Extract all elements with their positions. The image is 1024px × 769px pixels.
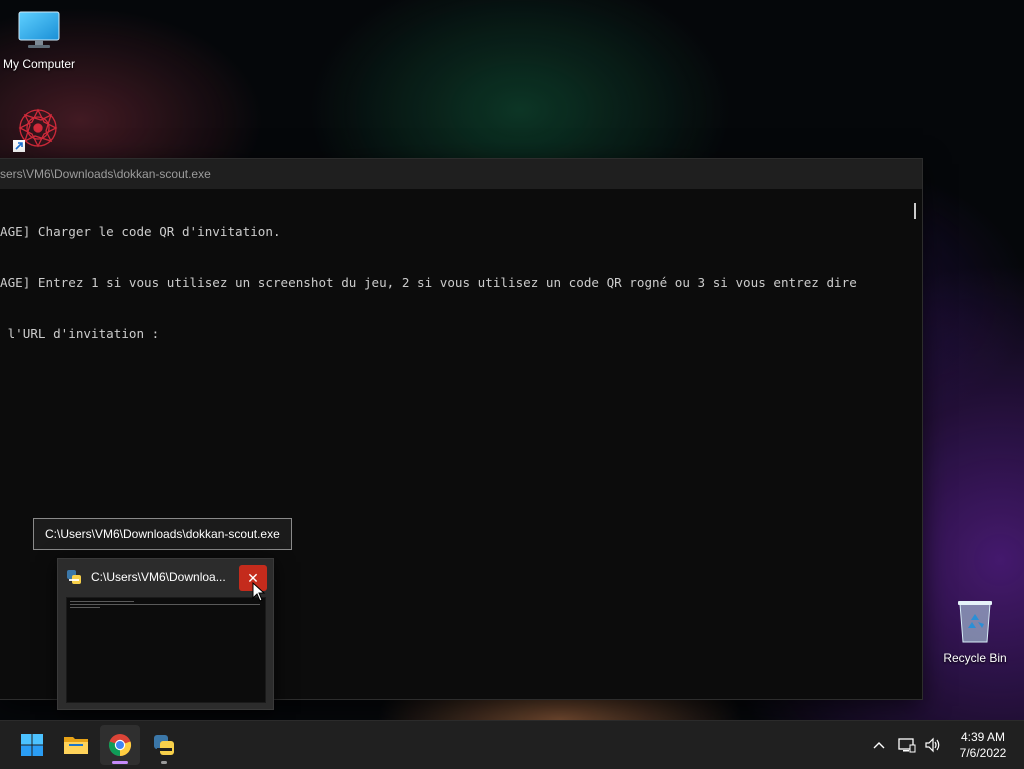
network-icon <box>898 738 916 753</box>
desktop-icon-label: Recycle Bin <box>943 651 1007 665</box>
volume-button[interactable] <box>920 721 946 769</box>
folder-icon <box>64 737 88 754</box>
file-explorer-taskbar-button[interactable] <box>56 725 96 765</box>
preview-line <box>70 607 100 608</box>
console-line: l'URL d'invitation : <box>0 326 160 341</box>
network-status-button[interactable] <box>894 721 920 769</box>
recycle-bin-icon <box>958 601 992 643</box>
taskbar-clock[interactable]: 4:39 AM 7/6/2022 <box>950 729 1016 761</box>
active-indicator <box>112 761 128 764</box>
tooltip-text: C:\Users\VM6\Downloads\dokkan-scout.exe <box>45 527 280 541</box>
preview-line <box>70 604 260 605</box>
start-button[interactable] <box>12 725 52 765</box>
clock-date: 7/6/2022 <box>959 746 1007 760</box>
console-line: AGE] Charger le code QR d'invitation. <box>0 224 281 239</box>
text-cursor-bar <box>914 203 916 219</box>
taskbar-thumbnail-preview[interactable]: C:\Users\VM6\Downloa... ✕ <box>57 558 274 710</box>
desktop-icon-app-shortcut[interactable] <box>10 106 66 161</box>
chrome-icon <box>108 734 132 757</box>
chevron-up-icon <box>873 742 885 749</box>
chrome-taskbar-button[interactable] <box>100 725 140 765</box>
mouse-cursor-icon <box>252 582 266 602</box>
python-icon <box>154 735 174 755</box>
window-title: sers\VM6\Downloads\dokkan-scout.exe <box>0 167 211 181</box>
thumbnail-window-preview[interactable] <box>66 597 266 703</box>
speaker-icon <box>925 737 940 753</box>
taskbar-tooltip: C:\Users\VM6\Downloads\dokkan-scout.exe <box>33 518 292 550</box>
thumbnail-title: C:\Users\VM6\Downloa... <box>91 570 226 584</box>
show-hidden-icons-button[interactable] <box>866 721 892 769</box>
mandala-app-icon <box>13 108 58 152</box>
console-line: AGE] Entrez 1 si vous utilisez un screen… <box>0 275 857 290</box>
running-indicator <box>161 761 167 764</box>
preview-line <box>70 601 134 602</box>
console-output[interactable]: AGE] Charger le code QR d'invitation. AG… <box>0 189 922 376</box>
desktop-icon-my-computer[interactable]: My Computer <box>0 10 78 71</box>
python-console-taskbar-button[interactable] <box>144 725 184 765</box>
taskbar: 4:39 AM 7/6/2022 <box>0 720 1024 769</box>
desktop-icon-label: My Computer <box>2 57 76 71</box>
windows-logo-icon <box>21 734 43 756</box>
monitor-icon <box>18 11 60 48</box>
console-titlebar[interactable]: sers\VM6\Downloads\dokkan-scout.exe <box>0 159 922 189</box>
desktop-icon-recycle-bin[interactable]: Recycle Bin <box>940 598 1010 665</box>
clock-time: 4:39 AM <box>960 730 1006 744</box>
python-icon <box>67 570 81 584</box>
